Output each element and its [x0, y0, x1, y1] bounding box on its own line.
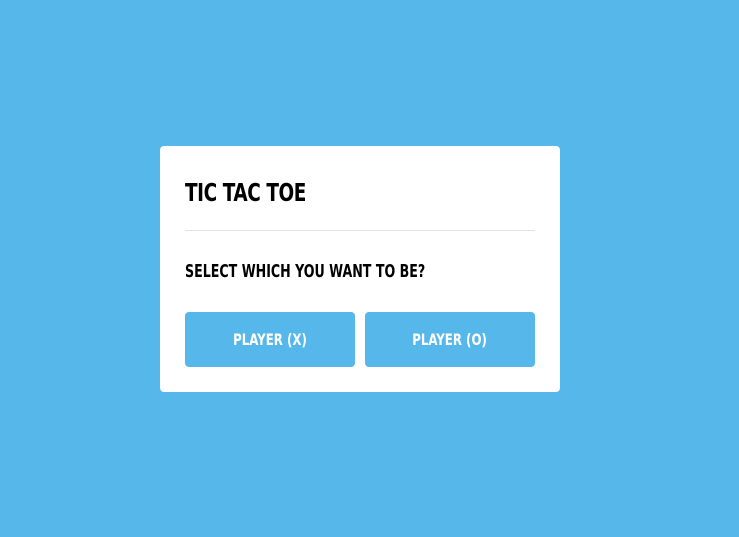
player-options: PLAYER (X) PLAYER (O): [185, 312, 535, 367]
player-o-label: PLAYER (O): [412, 330, 488, 349]
player-o-button[interactable]: PLAYER (O): [365, 312, 535, 367]
divider: [185, 230, 535, 231]
player-x-label: PLAYER (X): [233, 330, 307, 349]
select-prompt: SELECT WHICH YOU WANT TO BE?: [185, 261, 426, 282]
game-title: TIC TAC TOE: [185, 178, 306, 207]
select-box-dialog: TIC TAC TOE SELECT WHICH YOU WANT TO BE?…: [160, 146, 560, 392]
player-x-button[interactable]: PLAYER (X): [185, 312, 355, 367]
